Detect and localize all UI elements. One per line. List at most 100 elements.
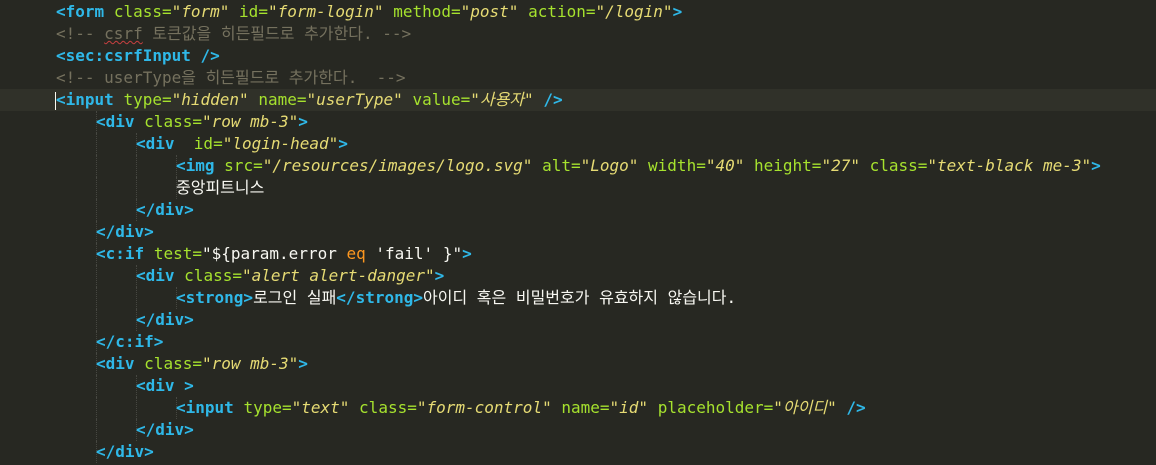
code-token: class= (184, 266, 242, 285)
code-token: class= (869, 156, 928, 175)
code-line-current[interactable]: <input type="hidden" name="userType" val… (0, 89, 1156, 111)
code-token: "40" (705, 156, 745, 175)
code-token: id= (239, 2, 268, 21)
code-token: eq (346, 244, 366, 263)
code-token: test= (153, 244, 202, 263)
code-token: <div (96, 112, 135, 131)
code-line[interactable]: <strong>로그인 실패</strong>아이디 혹은 비밀번호가 유효하지… (0, 287, 1156, 309)
code-editor[interactable]: <form class="form" id="form-login" metho… (0, 0, 1156, 465)
indent-guide (136, 177, 137, 199)
code-token: </div> (96, 442, 154, 461)
code-token: placeholder= (657, 398, 774, 417)
code-line[interactable]: </c:if> (0, 331, 1156, 353)
indent-guide (96, 397, 97, 419)
code-line[interactable]: <c:if test="${param.error eq 'fail' }"> (0, 243, 1156, 265)
code-token: > (462, 244, 472, 263)
code-line[interactable]: </div> (0, 221, 1156, 243)
indent-guide (96, 133, 97, 155)
code-token: 아이디 혹은 비밀번호가 유효하지 않습니다. (423, 288, 737, 307)
code-line[interactable]: <input type="text" class="form-control" … (0, 397, 1156, 419)
indent-guide (96, 177, 97, 199)
code-token: 중앙피트니스 (176, 178, 265, 197)
code-line[interactable]: <div class="row mb-3"> (0, 353, 1156, 375)
code-token: "아이디" (773, 398, 837, 417)
code-token: "form-control" (416, 398, 552, 417)
code-token: 토큰값을 히든필드로 추가한다. --> (142, 24, 412, 43)
code-line[interactable]: </div> (0, 199, 1156, 221)
code-token: "${param.error (201, 244, 347, 263)
code-text: <img src="/resources/images/logo.svg" al… (176, 155, 1101, 177)
code-token: <form (56, 2, 105, 21)
code-line[interactable]: <div id="login-head"> (0, 133, 1156, 155)
code-token: </div> (136, 310, 194, 329)
code-text: </div> (96, 221, 154, 243)
code-token: "post" (460, 2, 519, 21)
code-token: type= (123, 90, 172, 109)
code-text: <!-- csrf 토큰값을 히든필드로 추가한다. --> (56, 23, 411, 45)
code-line[interactable]: </div> (0, 441, 1156, 463)
code-text: <input type="text" class="form-control" … (176, 397, 866, 419)
code-line[interactable]: <div class="row mb-3"> (0, 111, 1156, 133)
code-text: </div> (96, 441, 154, 463)
code-token: value= (412, 90, 471, 109)
code-token: > (298, 112, 308, 131)
code-token: </div> (96, 222, 154, 241)
indent-guide (136, 155, 137, 177)
code-token: <div (136, 376, 175, 395)
code-token: height= (754, 156, 822, 175)
code-token: > (338, 134, 348, 153)
code-token: csrf (104, 24, 143, 43)
code-text: <div id="login-head"> (136, 133, 348, 155)
indent-guide (136, 287, 137, 309)
code-token: <div (96, 354, 135, 373)
code-token: </strong> (336, 288, 423, 307)
code-token: "login-head" (222, 134, 339, 153)
code-token: "text" (291, 398, 350, 417)
code-token: "form-login" (267, 2, 384, 21)
code-token: src= (224, 156, 263, 175)
code-token: /> (543, 90, 563, 109)
code-line[interactable]: <form class="form" id="form-login" metho… (0, 1, 1156, 23)
indent-guide (96, 199, 97, 221)
code-line[interactable]: 중앙피트니스 (0, 177, 1156, 199)
code-token: "form" (171, 2, 230, 21)
code-token: width= (648, 156, 706, 175)
code-token: > (1091, 156, 1101, 175)
code-token: name= (561, 398, 610, 417)
code-line[interactable]: <div class="alert alert-danger"> (0, 265, 1156, 287)
code-line[interactable]: <sec:csrfInput /> (0, 45, 1156, 67)
code-token: "Logo" (580, 156, 639, 175)
code-token: type= (243, 398, 292, 417)
code-text: <!-- userType을 히든필드로 추가한다. --> (56, 67, 406, 89)
code-token: /> (200, 46, 220, 65)
code-token: 'fail' }" (365, 244, 463, 263)
code-line[interactable]: <img src="/resources/images/logo.svg" al… (0, 155, 1156, 177)
code-line[interactable]: <!-- userType을 히든필드로 추가한다. --> (0, 67, 1156, 89)
code-token: </div> (136, 420, 194, 439)
code-text: <div class="alert alert-danger"> (136, 265, 444, 287)
code-line[interactable]: </div> (0, 419, 1156, 441)
code-line[interactable]: <!-- csrf 토큰값을 히든필드로 추가한다. --> (0, 23, 1156, 45)
code-line[interactable]: </div> (0, 309, 1156, 331)
code-token: "/login" (595, 2, 673, 21)
code-token: "id" (609, 398, 649, 417)
code-token: <sec:csrfInput (56, 46, 191, 65)
code-token: </c:if> (96, 332, 164, 351)
code-token: 로그인 실패 (253, 288, 337, 307)
code-line[interactable]: <div > (0, 375, 1156, 397)
code-text: </div> (136, 199, 194, 221)
code-token: "hidden" (171, 90, 249, 109)
code-text: </c:if> (96, 331, 163, 353)
